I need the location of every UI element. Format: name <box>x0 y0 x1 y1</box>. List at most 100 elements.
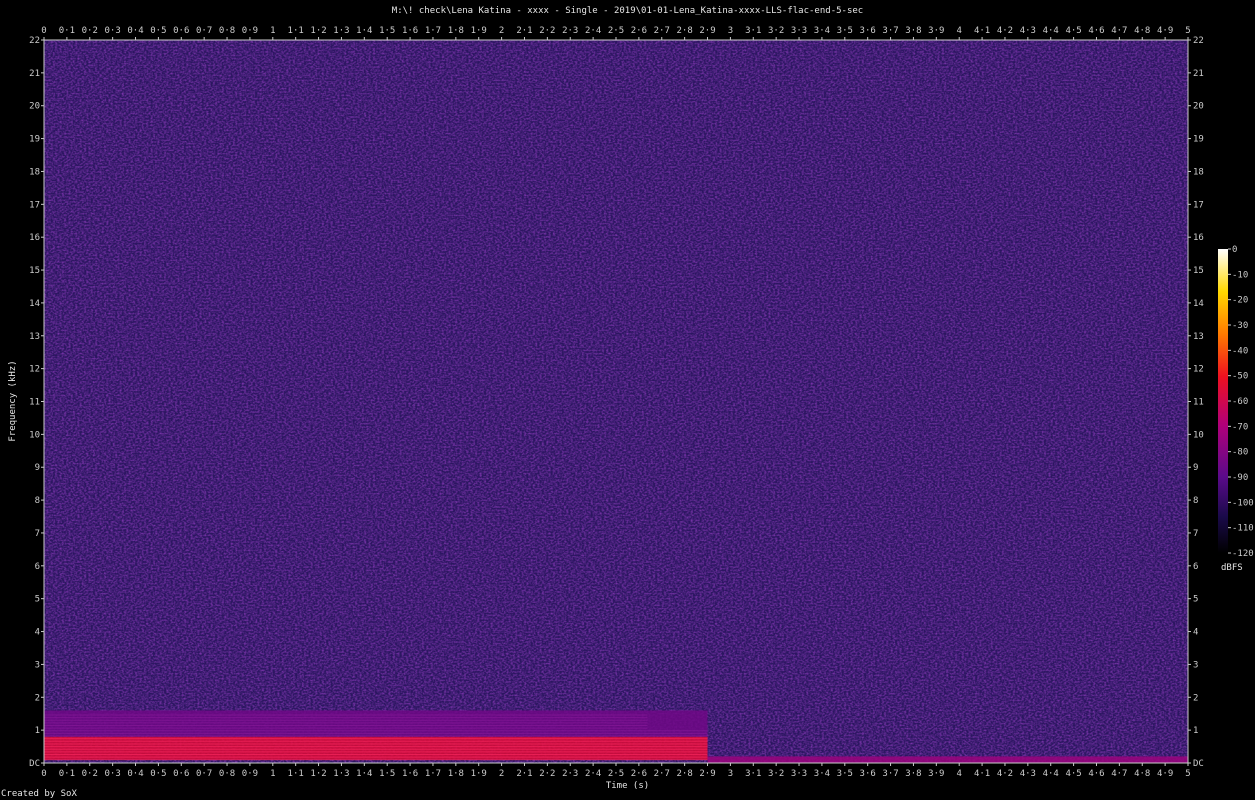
x-tick-label-top: 0·6 <box>173 26 189 36</box>
colorbar-tick-label: -20 <box>1232 296 1248 306</box>
x-tick-label-bottom: 0 <box>41 769 46 779</box>
x-tick-label-bottom: 2·2 <box>539 769 555 779</box>
x-tick-label-top: 3 <box>728 26 733 36</box>
x-tick-label-top: 0·3 <box>105 26 121 36</box>
x-tick-label-bottom: 2·4 <box>585 769 601 779</box>
y-tick-label-right: 8 <box>1193 496 1198 506</box>
x-tick-label-top: 1·1 <box>288 26 304 36</box>
x-tick-label-bottom: 3·5 <box>837 769 853 779</box>
x-tick-label-bottom: 2 <box>499 769 504 779</box>
y-tick-label-right: 6 <box>1193 562 1198 572</box>
y-tick-label-right: 16 <box>1193 233 1204 243</box>
x-tick-label-top: 0·1 <box>59 26 75 36</box>
x-tick-label-bottom: 4·4 <box>1043 769 1059 779</box>
x-tick-label-bottom: 5 <box>1185 769 1190 779</box>
x-tick-label-bottom: 3·2 <box>768 769 784 779</box>
colorbar-tick-label: -100 <box>1232 498 1254 508</box>
colorbar-tick-label: -40 <box>1232 346 1248 356</box>
x-tick-label-top: 1 <box>270 26 275 36</box>
y-tick-label-left: 3 <box>35 660 40 670</box>
x-tick-label-top: 0·4 <box>127 26 143 36</box>
x-tick-label-top: 3·8 <box>905 26 921 36</box>
x-tick-label-top: 0·8 <box>219 26 235 36</box>
x-tick-label-bottom: 1·3 <box>333 769 349 779</box>
x-tick-label-top: 4·4 <box>1043 26 1059 36</box>
y-tick-label-right: 13 <box>1193 332 1204 342</box>
x-tick-label-bottom: 4 <box>956 769 961 779</box>
y-tick-label-left: 7 <box>35 529 40 539</box>
x-tick-label-top: 3·4 <box>814 26 830 36</box>
y-tick-label-left: 2 <box>35 693 40 703</box>
y-tick-label-left: 18 <box>29 167 40 177</box>
x-tick-label-top: 0 <box>41 26 46 36</box>
y-tick-label-right: 1 <box>1193 726 1198 736</box>
x-tick-label-top: 3·9 <box>928 26 944 36</box>
y-tick-label-right: 2 <box>1193 693 1198 703</box>
y-tick-label-left: 12 <box>29 365 40 375</box>
y-tick-label-left: 4 <box>35 628 40 638</box>
x-tick-label-top: 3·2 <box>768 26 784 36</box>
x-tick-label-top: 0·2 <box>82 26 98 36</box>
x-tick-label-bottom: 3·6 <box>860 769 876 779</box>
x-tick-label-top: 1·8 <box>448 26 464 36</box>
signal-region-2 <box>707 756 1188 763</box>
x-tick-label-top: 1·3 <box>333 26 349 36</box>
x-tick-label-bottom: 2·9 <box>699 769 715 779</box>
y-tick-label-right: 15 <box>1193 266 1204 276</box>
x-tick-label-top: 4·6 <box>1088 26 1104 36</box>
x-tick-label-bottom: 4·5 <box>1065 769 1081 779</box>
x-tick-label-top: 2·7 <box>654 26 670 36</box>
y-tick-label-left: 13 <box>29 332 40 342</box>
x-tick-label-bottom: 1·1 <box>288 769 304 779</box>
colorbar-tick-label: -30 <box>1232 321 1248 331</box>
x-tick-label-bottom: 1·9 <box>471 769 487 779</box>
y-tick-label-right: 19 <box>1193 135 1204 145</box>
y-tick-label-right: DC <box>1193 759 1204 769</box>
y-tick-label-left: 6 <box>35 562 40 572</box>
x-tick-label-bottom: 0·8 <box>219 769 235 779</box>
y-tick-label-right: 3 <box>1193 660 1198 670</box>
x-tick-label-top: 3·6 <box>860 26 876 36</box>
colorbar-tick-label: -50 <box>1232 372 1248 382</box>
y-tick-label-left: 22 <box>29 36 40 46</box>
x-tick-label-top: 2·9 <box>699 26 715 36</box>
y-tick-label-left: 15 <box>29 266 40 276</box>
x-tick-label-bottom: 4·3 <box>1020 769 1036 779</box>
x-tick-label-top: 1·2 <box>310 26 326 36</box>
y-tick-label-right: 18 <box>1193 167 1204 177</box>
x-tick-label-bottom: 1·7 <box>425 769 441 779</box>
x-tick-label-top: 2·8 <box>677 26 693 36</box>
colorbar-tick-label: -60 <box>1232 397 1248 407</box>
x-tick-label-top: 3·7 <box>882 26 898 36</box>
y-tick-label-right: 9 <box>1193 463 1198 473</box>
x-tick-label-top: 2·3 <box>562 26 578 36</box>
x-tick-label-top: 5 <box>1185 26 1190 36</box>
x-tick-label-bottom: 0·1 <box>59 769 75 779</box>
signal-region-0 <box>44 736 708 760</box>
x-tick-label-bottom: 0·7 <box>196 769 212 779</box>
x-tick-label-bottom: 2·1 <box>516 769 532 779</box>
x-tick-label-bottom: 0·6 <box>173 769 189 779</box>
x-tick-label-bottom: 3 <box>728 769 733 779</box>
y-tick-label-left: 10 <box>29 430 40 440</box>
x-tick-label-top: 1·5 <box>379 26 395 36</box>
y-tick-label-left: 19 <box>29 135 40 145</box>
y-tick-label-left: 9 <box>35 463 40 473</box>
x-tick-label-top: 3·3 <box>791 26 807 36</box>
y-tick-label-right: 4 <box>1193 628 1198 638</box>
x-tick-label-top: 0·5 <box>150 26 166 36</box>
colorbar-tick-label: -80 <box>1232 448 1248 458</box>
x-tick-label-top: 2·5 <box>608 26 624 36</box>
y-tick-label-left: 1 <box>35 726 40 736</box>
x-tick-label-bottom: 4·8 <box>1134 769 1150 779</box>
x-tick-label-bottom: 0·2 <box>82 769 98 779</box>
x-tick-label-top: 4·2 <box>997 26 1013 36</box>
colorbar-tick-label: -110 <box>1232 524 1254 534</box>
x-tick-label-top: 4·7 <box>1111 26 1127 36</box>
x-tick-label-bottom: 2·5 <box>608 769 624 779</box>
x-tick-label-bottom: 3·3 <box>791 769 807 779</box>
y-tick-label-right: 17 <box>1193 200 1204 210</box>
x-tick-label-bottom: 1·2 <box>310 769 326 779</box>
x-tick-label-top: 4·5 <box>1065 26 1081 36</box>
x-tick-label-top: 1·9 <box>471 26 487 36</box>
